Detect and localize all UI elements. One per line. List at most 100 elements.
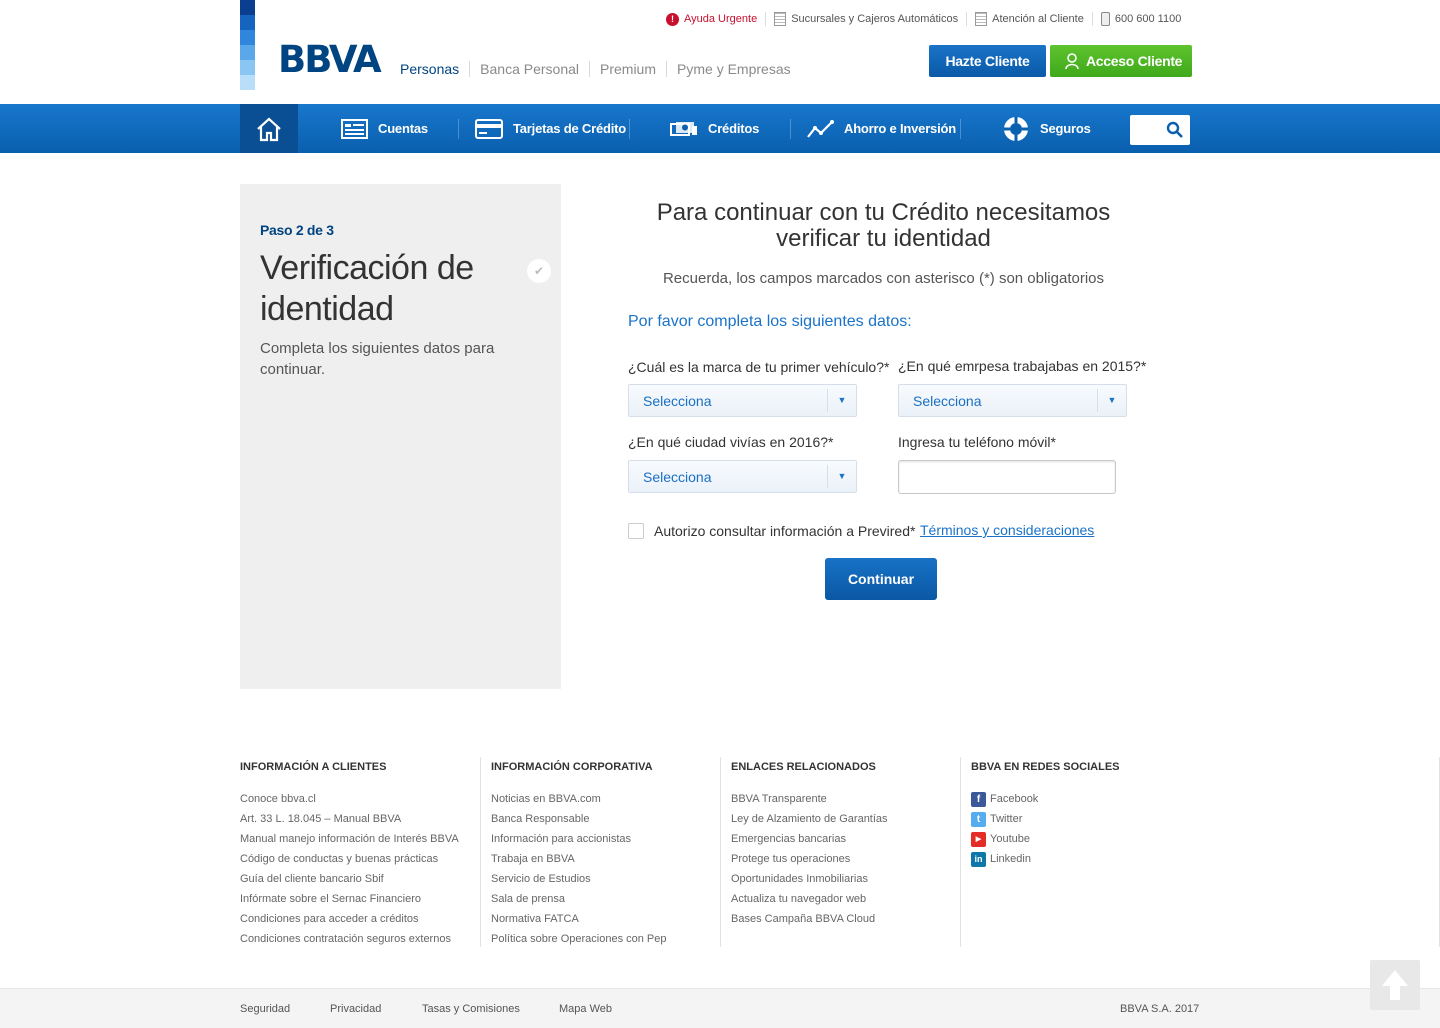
footer-col-corporativa: INFORMACIÓN CORPORATIVA Noticias en BBVA…	[491, 757, 721, 947]
checkmark-icon: ✔	[527, 259, 551, 283]
nav-seguros-label: Seguros	[1040, 121, 1091, 136]
segment-nav: Personas Banca Personal Premium Pyme y E…	[400, 61, 801, 77]
lifebuoy-icon	[1004, 116, 1028, 141]
nav-seguros[interactable]: Seguros	[1002, 104, 1091, 153]
bbva-logo[interactable]: BBVA	[278, 38, 382, 81]
phone-link[interactable]: 600 600 1100	[1091, 12, 1189, 26]
step-title: Verificación de identidad	[260, 249, 474, 328]
company-2015-select[interactable]: Selecciona ▼	[898, 384, 1127, 417]
footer-link[interactable]: Art. 33 L. 18.045 – Manual BBVA	[240, 809, 480, 829]
bottom-bar: Seguridad Privacidad Tasas y Comisiones …	[0, 988, 1440, 1028]
linkedin-label: Linkedin	[990, 853, 1031, 865]
footer-link[interactable]: Infórmate sobre el Sernac Financiero	[240, 889, 480, 909]
footer-heading: INFORMACIÓN A CLIENTES	[240, 761, 387, 773]
twitter-label: Twitter	[990, 813, 1023, 825]
footer-link[interactable]: Normativa FATCA	[491, 909, 720, 929]
footer-link[interactable]: Oportunidades Inmobiliarias	[731, 869, 960, 889]
step-indicator: Paso 2 de 3	[260, 222, 334, 238]
footer-heading: BBVA EN REDES SOCIALES	[971, 761, 1120, 773]
footer-link[interactable]: Servicio de Estudios	[491, 869, 720, 889]
footer-link[interactable]: Protege tus operaciones	[731, 849, 960, 869]
account-icon	[341, 118, 368, 139]
nav-creditos[interactable]: Créditos	[670, 104, 759, 153]
alert-icon: !	[666, 12, 679, 26]
hazte-cliente-button[interactable]: Hazte Cliente	[929, 45, 1046, 77]
footer-link[interactable]: Bases Campaña BBVA Cloud	[731, 909, 960, 929]
footer-link[interactable]: Guía del cliente bancario Sbif	[240, 869, 480, 889]
city-2016-value: Selecciona	[643, 469, 712, 485]
segment-banca-personal[interactable]: Banca Personal	[469, 61, 589, 77]
tasas-comisiones-link[interactable]: Tasas y Comisiones	[422, 1003, 520, 1015]
footer-col-clientes: INFORMACIÓN A CLIENTES Conoce bbva.cl Ar…	[240, 757, 481, 947]
nav-home[interactable]	[240, 104, 298, 153]
footer-link[interactable]: Sala de prensa	[491, 889, 720, 909]
segment-premium[interactable]: Premium	[589, 61, 666, 77]
linkedin-link[interactable]: in Linkedin	[971, 849, 1439, 869]
footer-link[interactable]: Emergencias bancarias	[731, 829, 960, 849]
segment-personas[interactable]: Personas	[400, 61, 469, 77]
nav-ahorro[interactable]: Ahorro e Inversión	[806, 104, 956, 153]
footer-heading: INFORMACIÓN CORPORATIVA	[491, 761, 653, 773]
company-2015-label: ¿En qué emrpesa trabajabas en 2015?*	[898, 358, 1147, 374]
continue-button[interactable]: Continuar	[825, 558, 937, 600]
vehicle-brand-value: Selecciona	[643, 393, 712, 409]
chevron-down-icon: ▼	[1097, 389, 1126, 412]
search-input[interactable]	[1130, 115, 1190, 145]
vehicle-brand-select[interactable]: Selecciona ▼	[628, 384, 857, 417]
step-panel: Paso 2 de 3 Verificación de identidad ✔ …	[240, 184, 561, 689]
footer-col-enlaces: ENLACES RELACIONADOS BBVA Transparente L…	[731, 757, 961, 947]
mobile-phone-label: Ingresa tu teléfono móvil*	[898, 434, 1056, 450]
linkedin-icon: in	[971, 851, 986, 867]
footer-link[interactable]: Política sobre Operaciones con Pep	[491, 929, 720, 949]
footer-link[interactable]: Manual manejo información de Interés BBV…	[240, 829, 480, 849]
mapa-web-link[interactable]: Mapa Web	[559, 1003, 612, 1015]
previred-consent-checkbox[interactable]	[628, 523, 644, 539]
twitter-link[interactable]: t Twitter	[971, 809, 1439, 829]
credit-card-icon	[475, 118, 503, 139]
youtube-link[interactable]: ▶ Youtube	[971, 829, 1439, 849]
city-2016-select[interactable]: Selecciona ▼	[628, 460, 857, 493]
segment-pyme-empresas[interactable]: Pyme y Empresas	[666, 61, 801, 77]
ayuda-urgente-link[interactable]: ! Ayuda Urgente	[666, 12, 765, 26]
search-icon[interactable]	[1166, 121, 1184, 139]
arrow-up-icon	[1382, 970, 1408, 1000]
footer-link[interactable]: Conoce bbva.cl	[240, 789, 480, 809]
footer-link[interactable]: Información para accionistas	[491, 829, 720, 849]
footer-link[interactable]: Condiciones para acceder a créditos	[240, 909, 480, 929]
footer-link[interactable]: Trabaja en BBVA	[491, 849, 720, 869]
money-icon	[670, 121, 697, 136]
nav-tarjetas-label: Tarjetas de Crédito	[513, 121, 626, 136]
footer-link[interactable]: Ley de Alzamiento de Garantías	[731, 809, 960, 829]
footer-link[interactable]: Banca Responsable	[491, 809, 720, 829]
form-title: Para continuar con tu Crédito necesitamo…	[656, 199, 1111, 252]
footer-link[interactable]: Condiciones contratación seguros externo…	[240, 929, 480, 949]
footer-link[interactable]: BBVA Transparente	[731, 789, 960, 809]
company-2015-value: Selecciona	[913, 393, 982, 409]
atencion-cliente-label: Atención al Cliente	[992, 13, 1084, 25]
facebook-icon: f	[971, 791, 986, 807]
utility-links: ! Ayuda Urgente Sucursales y Cajeros Aut…	[666, 12, 1189, 26]
footer-link[interactable]: Código de conductas y buenas prácticas	[240, 849, 480, 869]
footer-link[interactable]: Noticias en BBVA.com	[491, 789, 720, 809]
footer-col-redes: BBVA EN REDES SOCIALES f Facebook t Twit…	[971, 757, 1440, 947]
acceso-cliente-button[interactable]: Acceso Cliente	[1050, 45, 1192, 77]
nav-cuentas[interactable]: Cuentas	[341, 104, 428, 153]
youtube-label: Youtube	[990, 833, 1030, 845]
nav-tarjetas[interactable]: Tarjetas de Crédito	[475, 104, 626, 153]
seguridad-link[interactable]: Seguridad	[240, 1003, 290, 1015]
facebook-link[interactable]: f Facebook	[971, 789, 1439, 809]
sucursales-link[interactable]: Sucursales y Cajeros Automáticos	[765, 12, 966, 26]
required-fields-note: Recuerda, los campos marcados con asteri…	[662, 270, 1105, 287]
scroll-to-top-button[interactable]	[1370, 960, 1420, 1010]
nav-cuentas-label: Cuentas	[378, 121, 428, 136]
phone-icon	[1100, 12, 1110, 26]
form-subtitle: Por favor completa los siguientes datos:	[628, 313, 912, 330]
mobile-phone-input[interactable]	[898, 460, 1116, 494]
atencion-cliente-link[interactable]: Atención al Cliente	[966, 12, 1092, 26]
footer-link[interactable]: Actualiza tu navegador web	[731, 889, 960, 909]
sucursales-label: Sucursales y Cajeros Automáticos	[791, 13, 959, 25]
terms-link[interactable]: Términos y consideraciones	[920, 522, 1094, 538]
privacidad-link[interactable]: Privacidad	[330, 1003, 381, 1015]
phone-number: 600 600 1100	[1114, 13, 1182, 25]
nav-ahorro-label: Ahorro e Inversión	[844, 121, 956, 136]
